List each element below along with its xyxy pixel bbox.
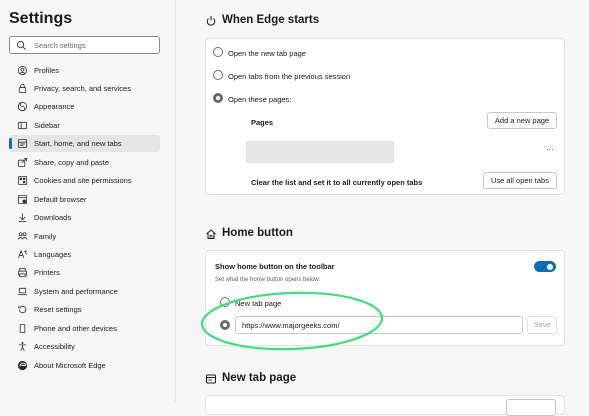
appearance-icon <box>17 101 28 112</box>
sidebar-item-label: Languages <box>34 250 72 259</box>
settings-main: When Edge starts Open the new tab page O… <box>176 0 589 416</box>
languages-icon <box>17 249 28 259</box>
when-edge-starts-card: Open the new tab page Open tabs from the… <box>205 38 565 195</box>
sidebar-item-default-browser[interactable]: Default browser <box>9 191 160 208</box>
sidebar-item-label: Family <box>34 232 57 241</box>
reset-icon <box>18 305 27 314</box>
sidebar-item-share[interactable]: Share, copy and paste <box>9 154 160 171</box>
new-tab-page-card <box>205 395 565 416</box>
search-icon <box>16 40 26 50</box>
option-open-these-pages-label: Open these pages: <box>228 95 292 104</box>
download-icon <box>18 213 27 223</box>
sidebar-item-label: Start, home, and new tabs <box>34 139 122 148</box>
add-page-button[interactable]: Add a new page <box>487 112 557 129</box>
page-entry-placeholder <box>246 141 394 163</box>
home-icon <box>206 229 216 239</box>
sidebar-item-privacy[interactable]: Privacy, search, and services <box>9 80 160 97</box>
sidebar-item-phone[interactable]: Phone and other devices <box>9 320 160 337</box>
sidebar-item-downloads[interactable]: Downloads <box>9 209 160 226</box>
sidebar-item-label: About Microsoft Edge <box>34 361 106 370</box>
option-open-new-tab-label: Open the new tab page <box>228 49 306 58</box>
show-home-button-toggle[interactable] <box>534 261 556 272</box>
sidebar-item-label: Printers <box>34 268 60 277</box>
show-home-button-label: Show home button on the toolbar <box>215 262 335 271</box>
save-button[interactable]: Save <box>527 316 557 334</box>
sidebar-item-label: Default browser <box>34 195 87 204</box>
home-button-sublabel: Set what the home button opens below: <box>215 277 321 283</box>
settings-sidebar: Settings Profiles Privacy, search, and s… <box>0 0 176 402</box>
sidebar-item-label: Accessibility <box>34 342 75 351</box>
clear-list-label: Clear the list and set it to all current… <box>251 178 423 187</box>
phone-icon <box>19 323 26 334</box>
accessibility-icon <box>18 342 27 351</box>
default-browser-icon <box>17 194 28 205</box>
profile-icon <box>17 65 28 76</box>
sidebar-item-family[interactable]: Family <box>9 228 160 245</box>
search-box[interactable] <box>9 36 160 54</box>
sidebar-item-system[interactable]: System and performance <box>9 283 160 300</box>
new-tab-icon <box>206 374 216 384</box>
search-input[interactable] <box>34 38 154 52</box>
sidebar-item-printers[interactable]: Printers <box>9 264 160 281</box>
sidebar-item-accessibility[interactable]: Accessibility <box>9 338 160 355</box>
sidebar-icon <box>17 121 28 130</box>
sidebar-item-profiles[interactable]: Profiles <box>9 62 160 79</box>
home-tabs-icon <box>17 138 28 149</box>
sidebar-item-label: Privacy, search, and services <box>34 84 131 93</box>
cookies-icon <box>17 175 28 186</box>
sidebar-item-label: Sidebar <box>34 121 60 130</box>
sidebar-item-start-home-new-tabs[interactable]: Start, home, and new tabs <box>9 135 160 152</box>
family-icon <box>18 232 28 240</box>
use-all-open-tabs-button[interactable]: Use all open tabs <box>483 172 557 189</box>
sidebar-item-label: Cookies and site permissions <box>34 176 132 185</box>
sidebar-item-label: Share, copy and paste <box>34 158 110 167</box>
sidebar-item-label: Profiles <box>34 66 60 75</box>
sidebar-item-label: Downloads <box>34 213 72 222</box>
edge-logo-icon <box>17 360 28 371</box>
sidebar-item-label: Reset settings <box>34 305 82 314</box>
share-icon <box>17 157 28 168</box>
annotation-highlight-circle <box>200 291 384 351</box>
sidebar-item-reset[interactable]: Reset settings <box>9 301 160 318</box>
sidebar-item-cookies[interactable]: Cookies and site permissions <box>9 172 160 189</box>
sidebar-item-sidebar[interactable]: Sidebar <box>9 117 160 134</box>
radio-open-previous[interactable] <box>213 70 223 80</box>
radio-open-these-pages[interactable] <box>213 93 223 103</box>
sidebar-item-label: Appearance <box>34 102 75 111</box>
laptop-icon <box>17 287 28 296</box>
more-options-icon[interactable]: ··· <box>546 145 554 154</box>
printer-icon <box>17 267 28 278</box>
sidebar-item-appearance[interactable]: Appearance <box>9 98 160 115</box>
sidebar-item-label: System and performance <box>34 287 118 296</box>
pages-label: Pages <box>251 118 274 127</box>
sidebar-title: Settings <box>9 10 73 27</box>
sidebar-item-label: Phone and other devices <box>34 324 117 333</box>
radio-open-new-tab[interactable] <box>213 47 223 57</box>
sidebar-item-about[interactable]: About Microsoft Edge <box>9 357 160 374</box>
option-open-previous-label: Open tabs from the previous session <box>228 72 351 81</box>
power-icon <box>206 16 216 26</box>
sidebar-item-languages[interactable]: Languages <box>9 246 160 263</box>
lock-icon <box>18 83 27 94</box>
